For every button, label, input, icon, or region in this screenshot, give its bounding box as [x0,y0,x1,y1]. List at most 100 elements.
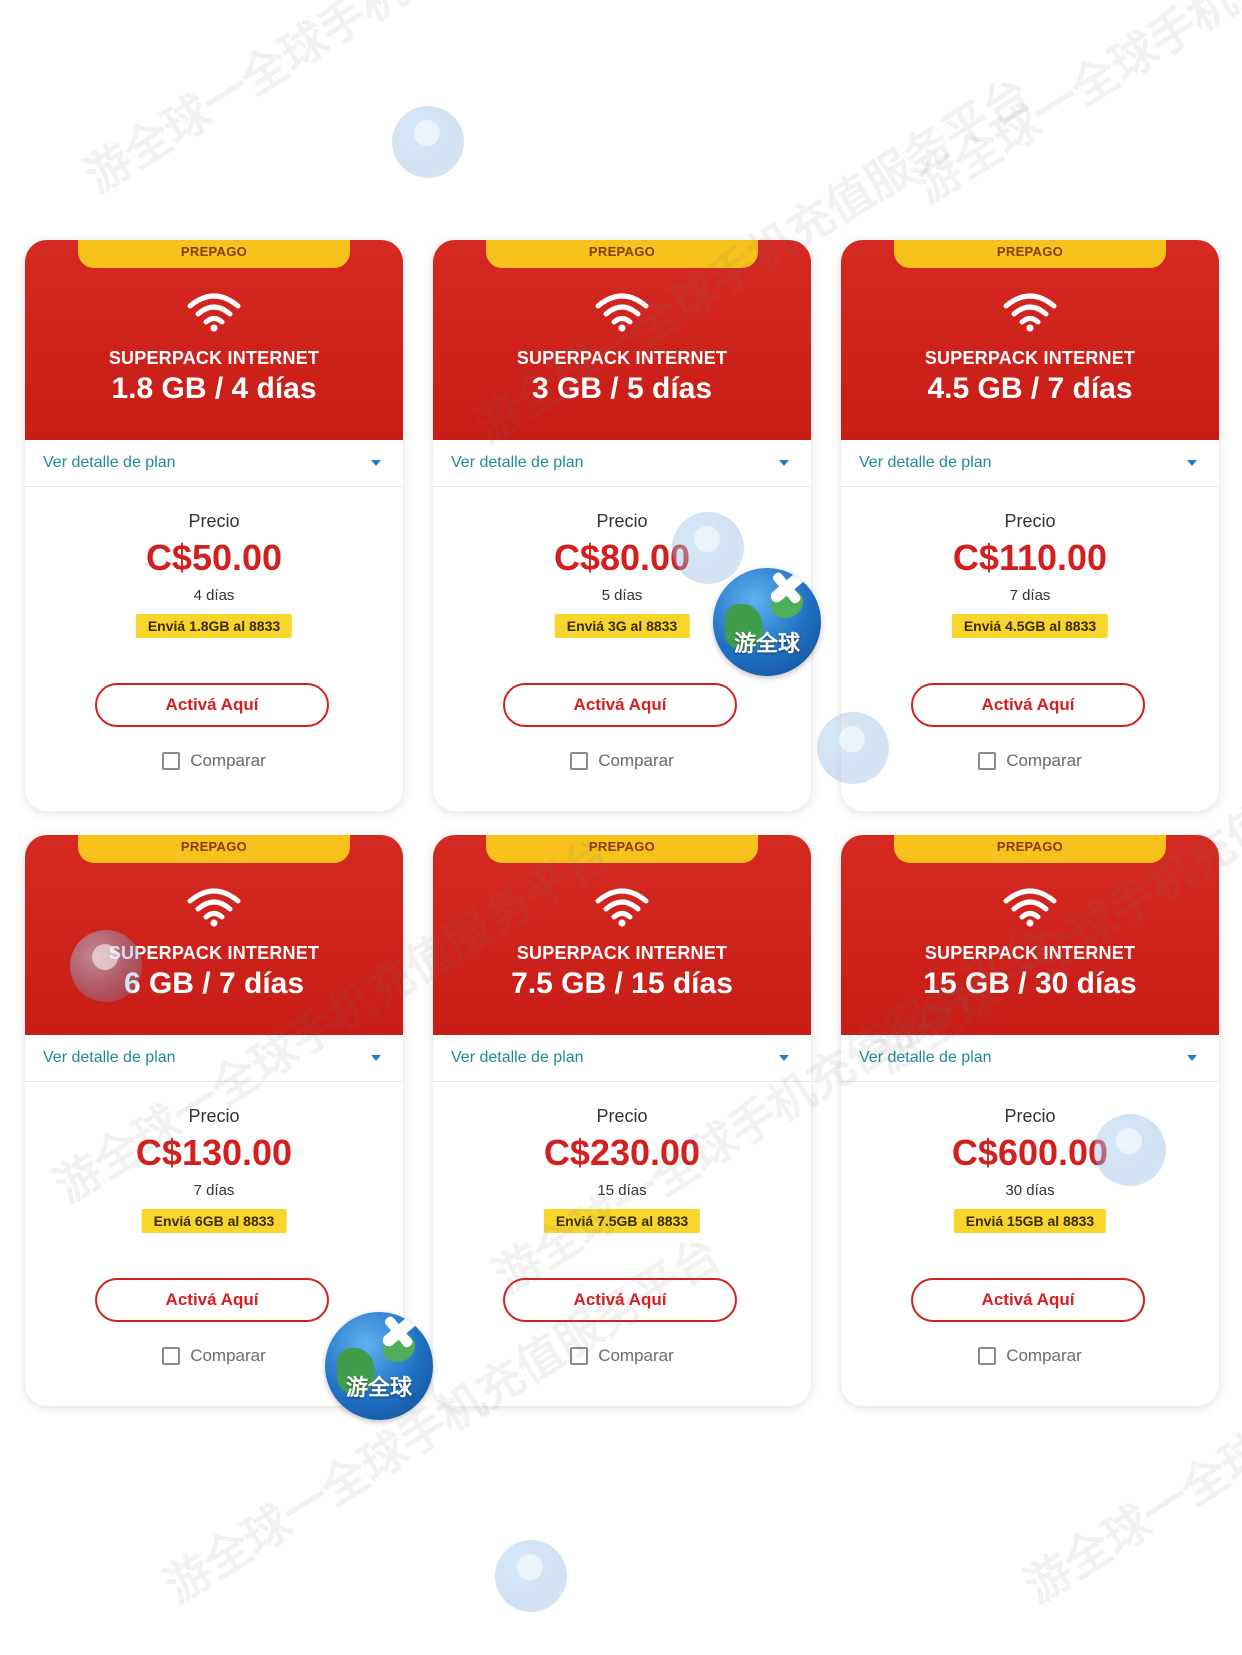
compare-label[interactable]: Comparar [598,1346,674,1366]
plan-detail-toggle[interactable]: Ver detalle de plan [25,440,403,487]
plan-body: Precio C$80.00 5 días Enviá 3G al 8833 A… [433,487,811,811]
plan-card: PREPAGO SUPERPACK INTERNET 7.5 GB / 15 d… [433,835,811,1406]
chevron-down-icon[interactable] [1187,460,1197,466]
compare-checkbox[interactable]: Comparar [841,751,1219,771]
plan-name: SUPERPACK INTERNET [108,943,320,963]
watermark-globe-icon [392,106,464,178]
sms-code-badge: Enviá 4.5GB al 8833 [951,614,1109,638]
price-label: Precio [596,1106,648,1126]
plan-header: PREPAGO SUPERPACK INTERNET 7.5 GB / 15 d… [433,835,811,1035]
plan-duration: 5 días [601,587,643,604]
wifi-icon [1003,888,1057,927]
plan-detail-link[interactable]: Ver detalle de plan [451,454,584,472]
price-value: C$130.00 [135,1132,293,1173]
wifi-icon [187,293,241,332]
wifi-icon [1003,293,1057,332]
price-value: C$80.00 [553,537,691,578]
plan-name: SUPERPACK INTERNET [516,348,728,368]
price-value: C$230.00 [543,1132,701,1173]
plan-card: PREPAGO SUPERPACK INTERNET 4.5 GB / 7 dí… [841,240,1219,811]
wifi-icon [187,888,241,927]
plan-name: SUPERPACK INTERNET [924,943,1136,963]
checkbox-icon[interactable] [162,752,181,770]
plan-size: 3 GB / 5 días [531,372,713,405]
price-label: Precio [188,511,240,531]
compare-label[interactable]: Comparar [598,751,674,771]
plan-header: PREPAGO SUPERPACK INTERNET 1.8 GB / 4 dí… [25,240,403,440]
plan-duration: 4 días [193,587,235,604]
activate-button[interactable]: Activá Aquí [911,683,1145,727]
plan-name: SUPERPACK INTERNET [516,943,728,963]
plan-body: Precio C$600.00 30 días Enviá 15GB al 88… [841,1082,1219,1406]
chevron-down-icon[interactable] [779,1055,789,1061]
checkbox-icon[interactable] [978,752,997,770]
plan-detail-toggle[interactable]: Ver detalle de plan [25,1035,403,1082]
compare-label[interactable]: Comparar [1006,1346,1082,1366]
sms-code-badge: Enviá 15GB al 8833 [953,1209,1107,1233]
plan-header: PREPAGO SUPERPACK INTERNET 3 GB / 5 días [433,240,811,440]
plan-detail-toggle[interactable]: Ver detalle de plan [433,440,811,487]
watermark-text: 游全球一全球手机充值服务平台 [74,0,650,204]
plan-size: 7.5 GB / 15 días [511,967,733,1000]
prepago-tag: PREPAGO [486,240,758,268]
plan-detail-link[interactable]: Ver detalle de plan [451,1049,584,1067]
plan-size: 6 GB / 7 días [123,967,305,1000]
chevron-down-icon[interactable] [371,1055,381,1061]
plan-detail-toggle[interactable]: Ver detalle de plan [841,1035,1219,1082]
plan-header: PREPAGO SUPERPACK INTERNET 4.5 GB / 7 dí… [841,240,1219,440]
checkbox-icon[interactable] [162,1347,181,1365]
compare-checkbox[interactable]: Comparar [433,751,811,771]
plan-card: PREPAGO SUPERPACK INTERNET 6 GB / 7 días… [25,835,403,1406]
plan-body: Precio C$110.00 7 días Enviá 4.5GB al 88… [841,487,1219,811]
prepago-tag: PREPAGO [486,835,758,863]
price-value: C$110.00 [952,537,1108,578]
plan-body: Precio C$50.00 4 días Enviá 1.8GB al 883… [25,487,403,811]
plan-duration: 30 días [1005,1182,1055,1199]
activate-button[interactable]: Activá Aquí [503,683,737,727]
compare-label[interactable]: Comparar [190,1346,266,1366]
prepago-tag: PREPAGO [894,240,1166,268]
wifi-icon [595,888,649,927]
prepago-tag: PREPAGO [78,835,350,863]
plan-body: Precio C$130.00 7 días Enviá 6GB al 8833… [25,1082,403,1406]
watermark-text: 游全球一全球手机充值服务平台 [904,0,1242,214]
chevron-down-icon[interactable] [779,460,789,466]
compare-label[interactable]: Comparar [1006,751,1082,771]
plan-duration: 7 días [1009,587,1051,604]
sms-code-badge: Enviá 7.5GB al 8833 [543,1209,701,1233]
plan-detail-toggle[interactable]: Ver detalle de plan [841,440,1219,487]
plan-name: SUPERPACK INTERNET [108,348,320,368]
plan-detail-link[interactable]: Ver detalle de plan [859,454,992,472]
plan-detail-link[interactable]: Ver detalle de plan [43,1049,176,1067]
activate-button[interactable]: Activá Aquí [911,1278,1145,1322]
prepago-tag: PREPAGO [78,240,350,268]
plan-detail-link[interactable]: Ver detalle de plan [859,1049,992,1067]
checkbox-icon[interactable] [570,752,589,770]
plan-card: PREPAGO SUPERPACK INTERNET 1.8 GB / 4 dí… [25,240,403,811]
price-label: Precio [1004,511,1056,531]
chevron-down-icon[interactable] [371,460,381,466]
activate-button[interactable]: Activá Aquí [95,683,329,727]
wifi-icon [595,293,649,332]
activate-button[interactable]: Activá Aquí [95,1278,329,1322]
chevron-down-icon[interactable] [1187,1055,1197,1061]
activate-button[interactable]: Activá Aquí [503,1278,737,1322]
prepago-tag: PREPAGO [894,835,1166,863]
plan-card: PREPAGO SUPERPACK INTERNET 15 GB / 30 dí… [841,835,1219,1406]
compare-checkbox[interactable]: Comparar [841,1346,1219,1366]
plan-header: PREPAGO SUPERPACK INTERNET 6 GB / 7 días [25,835,403,1035]
plan-size: 4.5 GB / 7 días [927,372,1133,405]
compare-checkbox[interactable]: Comparar [25,1346,403,1366]
watermark-globe-icon [495,1540,567,1612]
price-value: C$600.00 [951,1132,1109,1173]
plan-body: Precio C$230.00 15 días Enviá 7.5GB al 8… [433,1082,811,1406]
plans-grid: PREPAGO SUPERPACK INTERNET 1.8 GB / 4 dí… [25,240,1219,1406]
compare-checkbox[interactable]: Comparar [25,751,403,771]
compare-label[interactable]: Comparar [190,751,266,771]
checkbox-icon[interactable] [978,1347,997,1365]
plan-detail-toggle[interactable]: Ver detalle de plan [433,1035,811,1082]
plan-detail-link[interactable]: Ver detalle de plan [43,454,176,472]
plan-header: PREPAGO SUPERPACK INTERNET 15 GB / 30 dí… [841,835,1219,1035]
checkbox-icon[interactable] [570,1347,589,1365]
compare-checkbox[interactable]: Comparar [433,1346,811,1366]
